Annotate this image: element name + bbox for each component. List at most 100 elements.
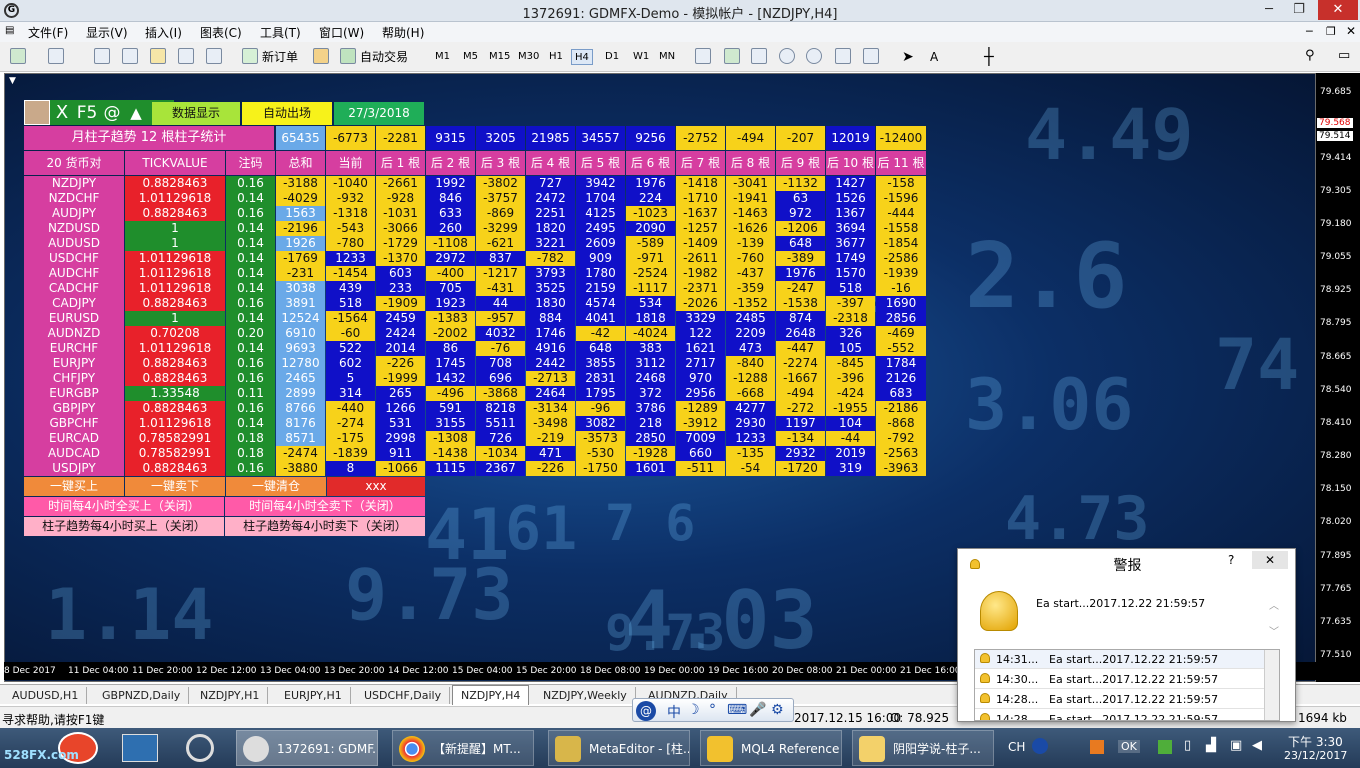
task-folder[interactable]: 阴阳学说-柱子... [852,730,994,766]
menu-insert[interactable]: 插入(I) [145,24,182,41]
cursor-icon[interactable]: ➤ [902,49,914,65]
crosshair-icon[interactable] [122,48,138,64]
ime-moon-icon[interactable]: ☽ [687,702,700,718]
pair-cell[interactable]: NZDJPY [24,176,124,191]
pair-cell[interactable]: EURGBP [24,386,124,401]
navigator-icon[interactable] [206,48,222,64]
pair-cell[interactable]: EURJPY [24,356,124,371]
strategy-tester-icon[interactable] [178,48,194,64]
price-axis[interactable]: 79.685 79.568 79.514 79.414 79.305 79.18… [1316,73,1360,682]
alert-list[interactable]: 14:31... Ea start...2017.12.22 21:59:57 1… [974,649,1280,721]
child-close-icon[interactable]: ✕ [1346,24,1356,38]
pair-cell[interactable]: AUDNZD [24,326,124,341]
chart-tab[interactable]: USDCHF,Daily [356,687,451,704]
alert-row[interactable]: 14:31... Ea start...2017.12.22 21:59:57 [975,650,1264,669]
task-chrome[interactable]: 【新提醒】MT... [392,730,534,766]
pair-cell[interactable]: NZDUSD [24,221,124,236]
pair-cell[interactable]: CADCHF [24,281,124,296]
profiles-icon[interactable] [48,48,64,64]
alert-row[interactable]: 14:28... Ea start...2017.12.22 21:59:57 [975,710,1264,720]
search-icon[interactable]: ⚲ [1305,48,1315,63]
pair-cell[interactable]: CADJPY [24,296,124,311]
task-mt4[interactable]: 1372691: GDMF... [236,730,378,766]
autoscroll-icon[interactable] [835,48,851,64]
candlestick-icon[interactable] [724,48,740,64]
task-mql4-reference[interactable]: MQL4 Reference [700,730,842,766]
volume-icon[interactable]: ◀ [1252,738,1262,753]
tf-h1[interactable]: H1 [546,49,566,65]
tf-h4[interactable]: H4 [571,49,593,65]
tray-app-icon[interactable] [1090,740,1104,754]
time-sell-button[interactable]: 时间每4小时全卖下（关闭） [225,497,425,516]
alert-row[interactable]: 14:30... Ea start...2017.12.22 21:59:57 [975,670,1264,689]
tf-mn[interactable]: MN [656,49,678,65]
chart-tab[interactable]: NZDJPY,Weekly [535,687,636,704]
pair-cell[interactable]: EURUSD [24,311,124,326]
network-icon[interactable]: ▣ [1230,738,1242,753]
lang-indicator[interactable]: CH [1008,740,1025,754]
tf-m1[interactable]: M1 [432,49,453,65]
market-watch-icon[interactable] [94,48,110,64]
tf-m5[interactable]: M5 [460,49,481,65]
ok-tray-button[interactable]: OK [1118,740,1140,753]
menu-tools[interactable]: 工具(T) [260,24,301,41]
pair-cell[interactable]: CHFJPY [24,371,124,386]
tab-data-display[interactable]: 数据显示 [152,102,240,125]
close-button[interactable]: ✕ [1318,0,1358,20]
ime-logo-icon[interactable]: @ [636,701,656,721]
menu-window[interactable]: 窗口(W) [319,24,364,41]
zoom-in-icon[interactable] [779,48,795,64]
doc-icon[interactable]: ▤ [5,25,14,36]
sell-all-button[interactable]: 一键卖下 [125,477,225,496]
ime-punct-icon[interactable]: ° [709,702,716,718]
alert-scrollbar[interactable] [1264,650,1279,720]
pair-cell[interactable]: AUDUSD [24,236,124,251]
tab-auto-exit[interactable]: 自动出场 [242,102,332,125]
bar-chart-icon[interactable] [695,48,711,64]
tf-m30[interactable]: M30 [515,49,542,65]
xxx-button[interactable]: xxx [327,477,425,496]
pair-cell[interactable]: USDJPY [24,461,124,476]
chart-tab-active[interactable]: NZDJPY,H4 [452,685,530,705]
task-metaeditor[interactable]: MetaEditor - [柱... [548,730,690,766]
collapse-triangle-icon[interactable]: ▲ [126,103,146,123]
search-magnifier-icon[interactable] [186,734,214,762]
line-chart-icon[interactable] [751,48,767,64]
chart-menu-triangle-icon[interactable]: ▼ [9,76,16,86]
time-buy-button[interactable]: 时间每4小时全买上（关闭） [24,497,224,516]
tf-w1[interactable]: W1 [630,49,652,65]
pair-cell[interactable]: NZDCHF [24,191,124,206]
scroll-down-icon[interactable]: ﹀ [1269,623,1279,638]
pair-cell[interactable]: GBPCHF [24,416,124,431]
maximize-button[interactable]: ❐ [1284,0,1314,20]
chat-icon[interactable]: ▭ [1338,48,1350,63]
new-order-icon[interactable] [242,48,258,64]
chart-tab[interactable]: EURJPY,H1 [276,687,351,704]
refresh-f5-button[interactable]: F5 [74,103,100,123]
pair-cell[interactable]: GBPJPY [24,401,124,416]
child-minimize-icon[interactable]: ─ [1306,25,1313,38]
scroll-up-icon[interactable]: ︿ [1269,597,1279,612]
auto-trade-button[interactable]: 自动交易 [360,47,408,67]
avatar[interactable] [24,100,50,125]
nvidia-icon[interactable] [1158,740,1172,754]
signal-icon[interactable]: ▟ [1206,738,1216,753]
text-tool-button[interactable]: A [930,47,938,67]
tf-d1[interactable]: D1 [602,49,622,65]
crosshair-tool-icon[interactable]: ┼ [984,47,994,66]
pair-cell[interactable]: USDCHF [24,251,124,266]
pair-cell[interactable]: AUDCAD [24,446,124,461]
metaeditor-icon[interactable] [313,48,329,64]
menu-help[interactable]: 帮助(H) [382,24,424,41]
ime-chinese-button[interactable]: 中 [667,702,681,722]
ime-tray-icon[interactable] [1032,738,1048,754]
chart-shift-icon[interactable] [863,48,879,64]
chart-tab[interactable]: AUDUSD,H1 [4,687,88,704]
pair-cell[interactable]: AUDJPY [24,206,124,221]
alert-row[interactable]: 14:28... Ea start...2017.12.22 21:59:57 [975,690,1264,709]
pair-cell[interactable]: EURCHF [24,341,124,356]
new-chart-icon[interactable] [10,48,26,64]
ime-keyboard-icon[interactable]: ⌨ [727,702,747,718]
ime-settings-icon[interactable]: ⚙ [771,702,784,718]
new-order-button[interactable]: 新订单 [262,47,298,67]
